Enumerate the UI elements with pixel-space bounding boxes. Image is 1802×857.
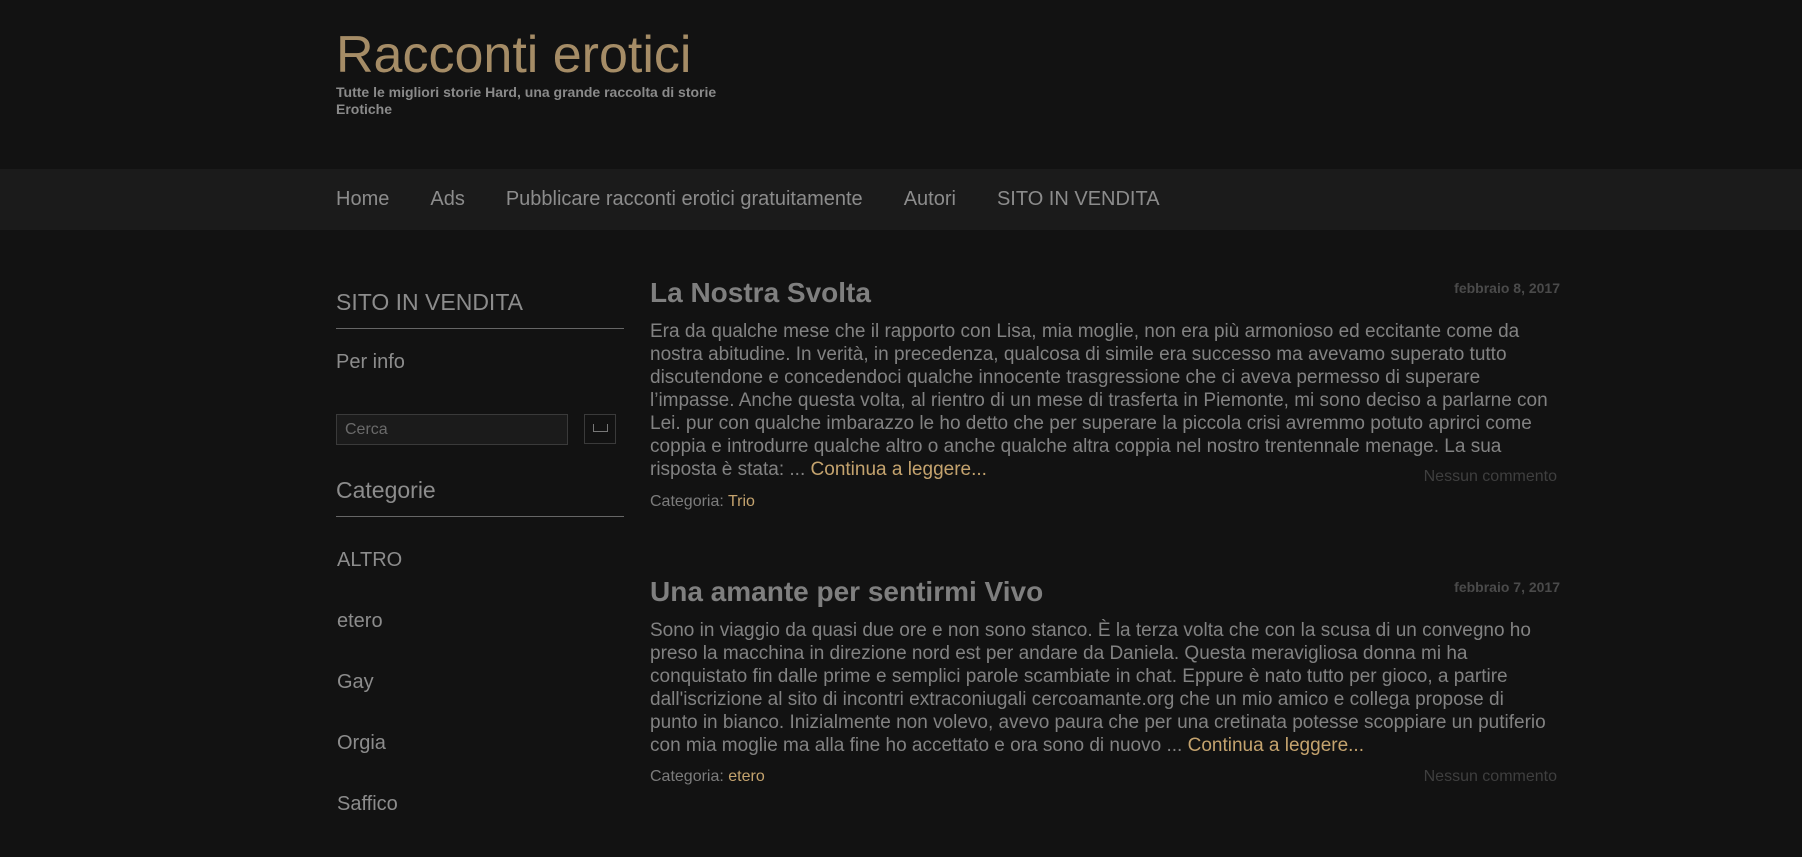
category-item-etero[interactable]: etero [337,609,402,670]
post-card: Una amante per sentirmi Vivo febbraio 7,… [650,576,1560,785]
search-button[interactable] [584,414,616,444]
post-category-link[interactable]: etero [728,768,764,785]
site-description: Tutte le migliori storie Hard, una grand… [336,84,717,117]
post-date: febbraio 8, 2017 [1454,280,1560,296]
post-title[interactable]: Una amante per sentirmi Vivo [650,576,1560,608]
search-submit-icon [593,424,608,432]
nav-item-authors[interactable]: Autori [904,188,956,211]
search-input[interactable] [336,414,568,445]
category-item-saffico[interactable]: Saffico [337,792,402,853]
post-excerpt: Sono in viaggio da quasi due ore e non s… [650,619,1555,757]
site-header: Racconti erotici Tutte le migliori stori… [0,0,1802,169]
read-more-link[interactable]: Continua a leggere... [811,459,987,480]
post-category-link[interactable]: Trio [728,493,755,510]
category-list: ALTRO etero Gay Orgia Saffico [337,548,402,853]
category-item-orgia[interactable]: Orgia [337,731,402,792]
post-date: febbraio 7, 2017 [1454,579,1560,595]
nav-item-home[interactable]: Home [336,188,389,211]
site-title[interactable]: Racconti erotici [336,25,691,85]
comments-link[interactable]: Nessun commento [1424,768,1557,786]
post-excerpt-text: Sono in viaggio da quasi due ore e non s… [650,620,1546,756]
post-title[interactable]: La Nostra Svolta [650,277,1560,309]
categories-widget-title: Categorie [336,477,624,517]
nav-item-ads[interactable]: Ads [430,188,464,211]
post-category-label: Categoria: [650,768,724,785]
post-category: Categoria: Trio [650,493,755,511]
sale-widget-text: Per info [336,351,405,373]
post-category: Categoria: etero [650,768,765,786]
post-excerpt-text: Era da qualche mese che il rapporto con … [650,321,1548,480]
main-nav: Home Ads Pubblicare racconti erotici gra… [0,169,1802,230]
post-card: La Nostra Svolta febbraio 8, 2017 Era da… [650,277,1560,510]
category-item-altro[interactable]: ALTRO [337,548,402,609]
read-more-link[interactable]: Continua a leggere... [1188,735,1364,756]
post-category-label: Categoria: [650,493,724,510]
comments-link[interactable]: Nessun commento [1424,468,1557,486]
sale-widget-title: SITO IN VENDITA [336,289,624,329]
nav-item-for-sale[interactable]: SITO IN VENDITA [997,188,1160,211]
nav-item-publish[interactable]: Pubblicare racconti erotici gratuitament… [506,188,863,211]
category-item-gay[interactable]: Gay [337,670,402,731]
post-excerpt: Era da qualche mese che il rapporto con … [650,320,1555,481]
